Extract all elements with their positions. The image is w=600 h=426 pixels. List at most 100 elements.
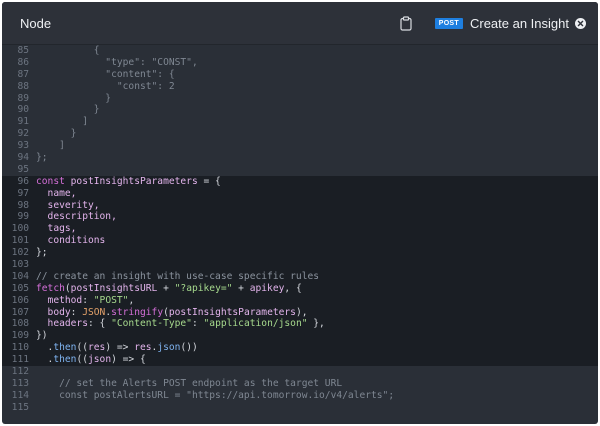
code-token: res bbox=[88, 342, 106, 354]
line-number: 92 bbox=[17, 128, 29, 140]
line-number: 113 bbox=[11, 377, 29, 389]
code-line: 96 const postInsightsParameters = { bbox=[2, 175, 598, 188]
code-token: }; bbox=[36, 152, 48, 164]
code-line: 88 "const": 2 bbox=[2, 81, 598, 93]
code-line: 102}; bbox=[2, 247, 598, 260]
line-number: 114 bbox=[11, 389, 29, 401]
line-number: 104 bbox=[11, 270, 29, 282]
code-line: 85 { bbox=[2, 45, 598, 57]
line-number: 107 bbox=[11, 306, 29, 318]
code-token: postInsightsParameters bbox=[70, 175, 198, 187]
code-token: postInsightsParameters bbox=[168, 306, 296, 318]
code-line: 98 severity, bbox=[2, 199, 598, 212]
code-line: 107 body: JSON.stringify(postInsightsPar… bbox=[2, 306, 598, 319]
line-number: 102 bbox=[11, 247, 29, 259]
code-token: fetch bbox=[36, 282, 65, 294]
code-line: 112 bbox=[2, 366, 598, 378]
code-token: }) bbox=[36, 330, 48, 342]
code-text: .then((json) => { bbox=[36, 354, 598, 366]
code-line: 86 "type": "CONST", bbox=[2, 57, 598, 69]
code-token: + bbox=[157, 282, 175, 294]
code-token: ] bbox=[36, 140, 65, 152]
code-line: 115 bbox=[2, 402, 598, 414]
code-token: }; bbox=[36, 247, 48, 259]
code-token: // set the Alerts POST endpoint as the t… bbox=[36, 377, 343, 389]
code-token: const postAlertsURL = "https://api.tomor… bbox=[36, 389, 395, 401]
code-sample-panel: Node POST Create an Insight 85 {86 "type… bbox=[2, 2, 598, 424]
line-number: 97 bbox=[17, 187, 29, 199]
code-line: 113 // set the Alerts POST endpoint as t… bbox=[2, 378, 598, 390]
line-number: 103 bbox=[11, 259, 29, 271]
code-line: 114 const postAlertsURL = "https://api.t… bbox=[2, 390, 598, 402]
code-token: then bbox=[53, 354, 77, 366]
code-token: } bbox=[36, 92, 112, 104]
line-number: 86 bbox=[17, 56, 29, 68]
line-number: 93 bbox=[17, 140, 29, 152]
code-line: 95 bbox=[2, 164, 598, 176]
line-number: 90 bbox=[17, 104, 29, 116]
line-number: 91 bbox=[17, 116, 29, 128]
code-text: ] bbox=[36, 116, 598, 128]
code-token: postInsightsURL bbox=[70, 282, 158, 294]
code-text: const postInsightsParameters = { bbox=[36, 176, 598, 188]
code-token: ), bbox=[295, 306, 308, 318]
code-token: res bbox=[134, 342, 152, 354]
code-token: headers bbox=[36, 318, 88, 330]
line-number: 94 bbox=[17, 152, 29, 164]
code-text: { bbox=[36, 45, 598, 57]
code-line: 103 bbox=[2, 259, 598, 271]
code-line: 109}) bbox=[2, 330, 598, 343]
code-text: "content": { bbox=[36, 69, 598, 81]
code-token: . bbox=[36, 354, 54, 366]
code-text: name, bbox=[36, 188, 598, 200]
line-number: 99 bbox=[17, 211, 29, 223]
code-text: }; bbox=[36, 152, 598, 164]
code-token: description, bbox=[36, 211, 117, 223]
code-text: const postAlertsURL = "https://api.tomor… bbox=[36, 390, 598, 402]
code-token: "application/json" bbox=[203, 318, 308, 330]
code-token: (( bbox=[76, 342, 88, 354]
code-line: 94}; bbox=[2, 152, 598, 164]
line-number: 111 bbox=[11, 354, 29, 366]
code-line: 89 } bbox=[2, 93, 598, 105]
code-token: , { bbox=[284, 282, 302, 294]
code-token: ()) bbox=[180, 342, 198, 354]
clipboard-icon[interactable] bbox=[395, 12, 417, 34]
line-number: 89 bbox=[17, 92, 29, 104]
code-token: "Content-Type" bbox=[111, 318, 192, 330]
method-badge: POST bbox=[434, 17, 463, 29]
code-text: }) bbox=[36, 330, 598, 342]
code-line: 99 description, bbox=[2, 211, 598, 224]
line-number: 108 bbox=[11, 318, 29, 330]
code-token: name, bbox=[36, 187, 77, 199]
code-token: } bbox=[36, 104, 100, 116]
code-line: 91 ] bbox=[2, 116, 598, 128]
code-text: description, bbox=[36, 211, 598, 223]
code-line: 110 .then((res) => res.json()) bbox=[2, 342, 598, 355]
code-token: = { bbox=[197, 175, 221, 187]
code-text: // set the Alerts POST endpoint as the t… bbox=[36, 378, 598, 390]
code-token: ] bbox=[36, 116, 88, 128]
code-token: "type": "CONST", bbox=[36, 56, 198, 68]
line-number: 101 bbox=[11, 235, 29, 247]
line-number: 87 bbox=[17, 68, 29, 80]
code-text: conditions bbox=[36, 235, 598, 247]
code-text: .then((res) => res.json()) bbox=[36, 342, 598, 354]
code-token: { bbox=[36, 45, 100, 56]
line-number: 95 bbox=[17, 163, 29, 175]
code-token: apikey bbox=[249, 282, 285, 294]
code-token: : bbox=[191, 318, 204, 330]
code-token: conditions bbox=[36, 235, 106, 247]
line-number: 100 bbox=[11, 223, 29, 235]
code-token: : bbox=[82, 294, 94, 306]
code-text: }; bbox=[36, 247, 598, 259]
code-token: } bbox=[36, 128, 77, 140]
code-line: 104 // create an insight with use-case sp… bbox=[2, 270, 598, 283]
code-line: 92 } bbox=[2, 128, 598, 140]
code-text: body: JSON.stringify(postInsightsParamet… bbox=[36, 307, 598, 319]
close-circle-icon[interactable] bbox=[574, 17, 586, 29]
code-token: "content": { bbox=[36, 68, 175, 80]
